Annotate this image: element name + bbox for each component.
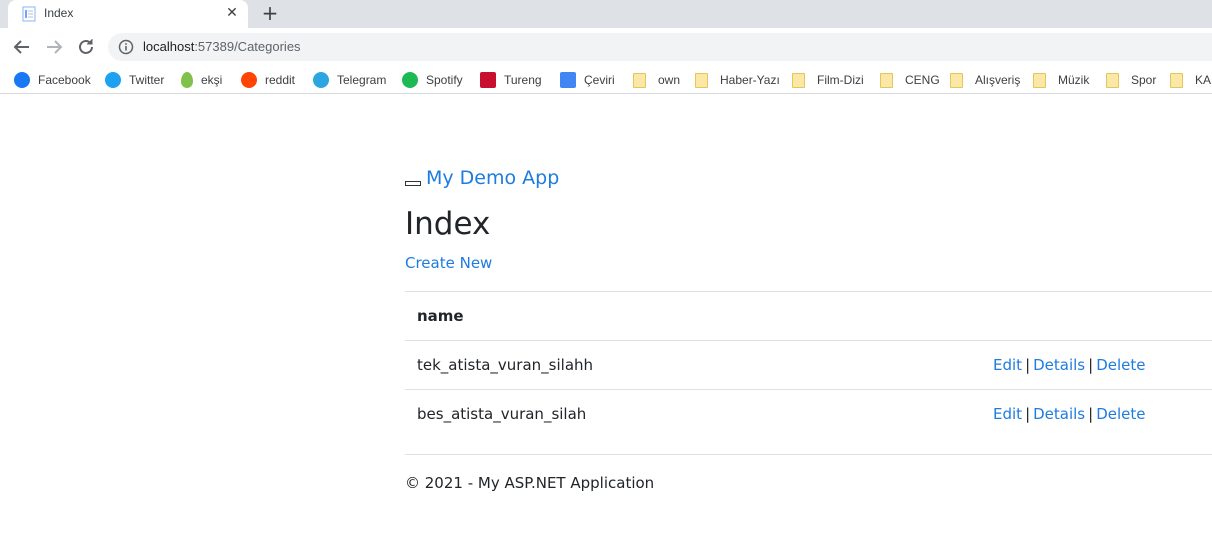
folder-icon — [880, 72, 893, 88]
categories-table: name tek_atista_vuran_silahh Edit | Detail… — [405, 291, 1212, 438]
telegram-icon — [313, 72, 329, 88]
folder-icon — [695, 72, 708, 88]
back-arrow-icon[interactable] — [11, 36, 33, 58]
folder-icon — [633, 72, 646, 88]
reload-icon[interactable] — [75, 36, 97, 58]
bookmark-label: Spotify — [426, 73, 463, 87]
bookmark-label: Facebook — [38, 73, 91, 87]
url-text[interactable]: localhost:57389/Categories — [143, 39, 301, 54]
bookmark-label: Müzik — [1058, 73, 1090, 87]
page-icon — [22, 6, 36, 22]
browser-tab[interactable]: Index ✕ — [8, 0, 248, 28]
bookmark-kal[interactable]: KAL — [1170, 71, 1212, 89]
bookmark-label: Film-Dizi — [817, 73, 864, 87]
bookmark-film-dizi[interactable]: Film-Dizi — [792, 71, 864, 89]
facebook-icon — [14, 72, 30, 88]
table-row: bes_atista_vuran_silah Edit | Details | Dele… — [405, 389, 1212, 438]
row-actions: Edit | Details | Delete — [993, 356, 1146, 374]
delete-link[interactable]: Delete — [1096, 405, 1145, 423]
category-name: bes_atista_vuran_silah — [417, 405, 587, 423]
edit-link[interactable]: Edit — [993, 405, 1022, 423]
url-host: localhost — [143, 39, 195, 54]
bookmark-label: Çeviri — [584, 73, 615, 87]
bookmark-own[interactable]: own — [633, 71, 680, 89]
bookmark-label: Haber-Yazı — [720, 73, 780, 87]
folder-icon — [1170, 72, 1183, 88]
bookmark-al-veri-[interactable]: Alışveriş — [950, 71, 1020, 89]
separator: | — [1088, 356, 1094, 374]
bookmark-label: CENG — [905, 73, 940, 87]
bookmarks-bar: Facebook Twitter ekşi reddit Telegram Spotify… — [0, 66, 1212, 94]
twitter-icon — [105, 72, 121, 88]
details-link[interactable]: Details — [1033, 405, 1085, 423]
separator: | — [1025, 405, 1031, 423]
close-icon[interactable]: ✕ — [224, 5, 240, 21]
edit-link[interactable]: Edit — [993, 356, 1022, 374]
translate-icon — [560, 72, 576, 88]
bookmark-m-zik[interactable]: Müzik — [1033, 71, 1089, 89]
category-name: tek_atista_vuran_silahh — [417, 356, 594, 374]
eksi-icon — [181, 72, 193, 88]
folder-icon — [792, 72, 805, 88]
bookmark-label: reddit — [265, 73, 296, 87]
details-link[interactable]: Details — [1033, 356, 1085, 374]
forward-arrow-icon[interactable] — [43, 36, 65, 58]
bookmark-label: own — [658, 73, 681, 87]
page-title: Index — [405, 206, 491, 242]
bookmark-facebook[interactable]: Facebook — [14, 71, 91, 89]
folder-icon — [1033, 72, 1046, 88]
bookmark-label: Spor — [1131, 73, 1157, 87]
bookmark-label: Alışveriş — [975, 73, 1021, 87]
bookmark-label: Tureng — [504, 73, 542, 87]
bookmark-label: KAL — [1195, 73, 1212, 87]
bookmark-label: Twitter — [129, 73, 165, 87]
table-row: tek_atista_vuran_silahh Edit | Details | Del… — [405, 340, 1212, 389]
bookmark-label: Telegram — [337, 73, 387, 87]
tureng-icon — [480, 72, 496, 88]
bookmark-spor[interactable]: Spor — [1106, 71, 1156, 89]
navbar-toggle-icon[interactable] — [405, 180, 421, 186]
bookmark-haber-yaz-[interactable]: Haber-Yazı — [695, 71, 780, 89]
bookmark-spotify[interactable]: Spotify — [402, 71, 463, 89]
row-actions: Edit | Details | Delete — [993, 405, 1146, 423]
bookmark-telegram[interactable]: Telegram — [313, 71, 386, 89]
table-header-row: name — [405, 291, 1212, 340]
folder-icon — [950, 72, 963, 88]
spotify-icon — [402, 72, 418, 88]
browser-toolbar: localhost:57389/Categories — [0, 28, 1212, 66]
footer-divider — [405, 454, 1212, 455]
bookmark-tureng[interactable]: Tureng — [480, 71, 542, 89]
tab-title: Index — [44, 6, 74, 20]
bookmark-label: ekşi — [201, 73, 223, 87]
bookmark-twitter[interactable]: Twitter — [105, 71, 164, 89]
separator: | — [1025, 356, 1031, 374]
footer-text: © 2021 - My ASP.NET Application — [405, 474, 655, 492]
navbar-brand[interactable]: My Demo App — [405, 166, 559, 190]
info-icon[interactable] — [118, 39, 134, 55]
folder-icon — [1106, 72, 1119, 88]
url-path: :57389/Categories — [194, 39, 301, 54]
bookmark-reddit[interactable]: reddit — [241, 71, 295, 89]
bookmark--eviri[interactable]: Çeviri — [560, 71, 615, 89]
brand-link[interactable]: My Demo App — [426, 167, 559, 189]
create-new-link[interactable]: Create New — [405, 254, 492, 272]
separator: | — [1088, 405, 1094, 423]
bookmark-ek-i[interactable]: ekşi — [181, 71, 222, 89]
bookmark-ceng[interactable]: CENG — [880, 71, 940, 89]
tab-strip: Index ✕ + — [0, 0, 1212, 28]
column-header-name: name — [417, 307, 464, 325]
new-tab-button[interactable]: + — [260, 3, 280, 23]
reddit-icon — [241, 72, 257, 88]
address-bar[interactable]: localhost:57389/Categories — [108, 33, 1212, 61]
delete-link[interactable]: Delete — [1096, 356, 1145, 374]
